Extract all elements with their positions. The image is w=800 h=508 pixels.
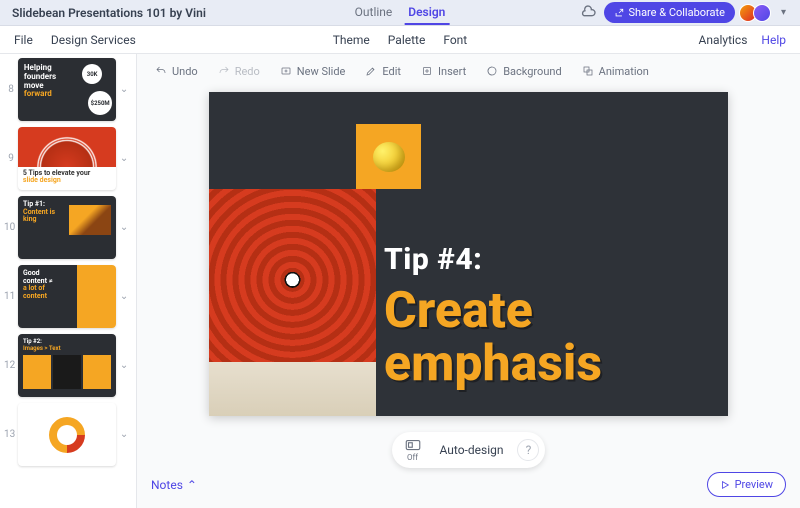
slide-tip-label: Tip #4: bbox=[384, 242, 602, 277]
slide-thumbnail[interactable]: 5 Tips to elevate yourslide design bbox=[18, 127, 116, 190]
menu-palette[interactable]: Palette bbox=[388, 33, 426, 47]
slide-image-main bbox=[209, 189, 376, 416]
autodesign-control: Off Auto-design ? bbox=[392, 432, 546, 468]
slide-number: 9 bbox=[4, 153, 18, 164]
slide-number: 12 bbox=[4, 360, 18, 371]
menu-bar: File Design Services Theme Palette Font … bbox=[0, 26, 800, 54]
slide-number: 13 bbox=[4, 429, 18, 440]
chevron-down-icon[interactable]: ⌄ bbox=[116, 429, 132, 440]
menu-help[interactable]: Help bbox=[761, 33, 786, 47]
workspace: 8 Helpingfoundersmoveforward 30K $250M ⌄… bbox=[0, 54, 800, 508]
cloud-sync-icon[interactable] bbox=[580, 3, 596, 22]
menu-font[interactable]: Font bbox=[443, 33, 467, 47]
thumb-row[interactable]: 10 Tip #1:Content is king ⌄ bbox=[4, 196, 132, 259]
preview-button[interactable]: Preview bbox=[707, 472, 786, 497]
slide-text: Tip #4: Createemphasis bbox=[384, 242, 602, 390]
autodesign-button[interactable]: Auto-design bbox=[434, 443, 510, 457]
thumb-row[interactable]: 13 ⌄ bbox=[4, 403, 132, 466]
new-slide-button[interactable]: New Slide bbox=[272, 61, 354, 82]
mode-tabs: Outline Design bbox=[351, 1, 450, 25]
current-slide[interactable]: Tip #4: Createemphasis bbox=[209, 92, 728, 416]
thumb-row[interactable]: 12 Tip #2:Images > Text ⌄ bbox=[4, 334, 132, 397]
slide-thumbnail[interactable]: Helpingfoundersmoveforward 30K $250M bbox=[18, 58, 116, 121]
menu-file[interactable]: File bbox=[14, 33, 33, 47]
chevron-up-icon: ⌃ bbox=[187, 478, 197, 492]
notes-button[interactable]: Notes ⌃ bbox=[151, 478, 197, 492]
redo-button: Redo bbox=[210, 61, 268, 82]
thumb-row[interactable]: 8 Helpingfoundersmoveforward 30K $250M ⌄ bbox=[4, 58, 132, 121]
slide-headline: Createemphasis bbox=[384, 285, 602, 390]
menu-analytics[interactable]: Analytics bbox=[699, 33, 748, 47]
tab-outline[interactable]: Outline bbox=[351, 1, 397, 25]
slide-number: 10 bbox=[4, 222, 18, 233]
chevron-down-icon[interactable]: ⌄ bbox=[116, 84, 132, 95]
animation-button[interactable]: Animation bbox=[574, 61, 657, 82]
thumb-row[interactable]: 9 5 Tips to elevate yourslide design ⌄ bbox=[4, 127, 132, 190]
share-button[interactable]: Share & Collaborate bbox=[604, 2, 734, 23]
slide-image-accent bbox=[356, 124, 421, 189]
undo-button[interactable]: Undo bbox=[147, 61, 206, 82]
slide-thumbnail[interactable] bbox=[18, 403, 116, 466]
edit-button[interactable]: Edit bbox=[357, 61, 409, 82]
document-title: Slidebean Presentations 101 by Vini bbox=[12, 6, 206, 20]
insert-button[interactable]: Insert bbox=[413, 61, 474, 82]
help-icon[interactable]: ? bbox=[517, 439, 539, 461]
chevron-down-icon[interactable]: ⌄ bbox=[116, 153, 132, 164]
chevron-down-icon[interactable]: ⌄ bbox=[116, 222, 132, 233]
menu-theme[interactable]: Theme bbox=[333, 33, 370, 47]
chevron-down-icon[interactable]: ⌄ bbox=[116, 291, 132, 302]
chevron-down-icon[interactable]: ⌄ bbox=[116, 360, 132, 371]
slide-thumbnail[interactable]: Tip #1:Content is king bbox=[18, 196, 116, 259]
slide-number: 8 bbox=[4, 84, 18, 95]
chevron-down-icon[interactable]: ▾ bbox=[779, 7, 788, 18]
share-label: Share & Collaborate bbox=[628, 6, 724, 19]
toolbar: Undo Redo New Slide Edit Insert Backgrou… bbox=[137, 54, 800, 88]
tab-design[interactable]: Design bbox=[404, 1, 449, 25]
window-titlebar: Slidebean Presentations 101 by Vini Outl… bbox=[0, 0, 800, 26]
background-button[interactable]: Background bbox=[478, 61, 569, 82]
autodesign-toggle[interactable]: Off bbox=[398, 436, 428, 464]
main-area: Undo Redo New Slide Edit Insert Backgrou… bbox=[137, 54, 800, 508]
menu-design-services[interactable]: Design Services bbox=[51, 33, 136, 47]
avatar bbox=[753, 4, 771, 22]
slide-panel[interactable]: 8 Helpingfoundersmoveforward 30K $250M ⌄… bbox=[0, 54, 137, 508]
collaborator-avatars[interactable] bbox=[743, 4, 771, 22]
slide-thumbnail[interactable]: Tip #2:Images > Text bbox=[18, 334, 116, 397]
thumb-row[interactable]: 11 Goodcontent ≠a lot ofcontent ⌄ bbox=[4, 265, 132, 328]
titlebar-actions: Share & Collaborate ▾ bbox=[580, 2, 788, 23]
canvas[interactable]: Tip #4: Createemphasis bbox=[137, 88, 800, 460]
slide-number: 11 bbox=[4, 291, 18, 302]
slide-thumbnail[interactable]: Goodcontent ≠a lot ofcontent bbox=[18, 265, 116, 328]
